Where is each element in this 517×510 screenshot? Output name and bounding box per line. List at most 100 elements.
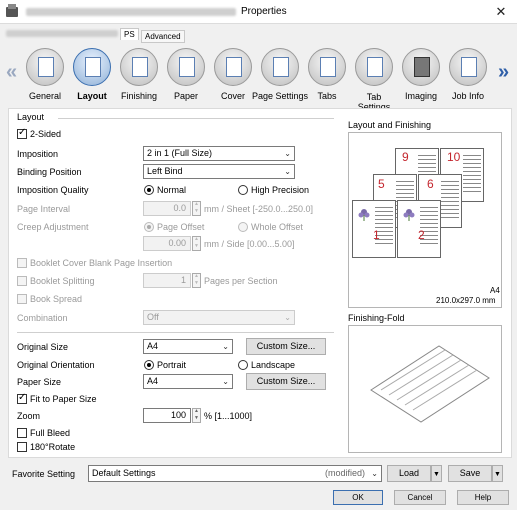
paper-icon xyxy=(167,48,205,86)
imposition-quality-label: Imposition Quality xyxy=(17,185,89,195)
category-cover[interactable]: Cover xyxy=(210,46,256,108)
creep-whole-offset-label: Whole Offset xyxy=(251,222,303,232)
booklet-splitting-input[interactable]: 1 xyxy=(143,273,191,288)
printer-icon xyxy=(26,48,64,86)
layout-icon xyxy=(73,48,111,86)
help-button[interactable]: Help xyxy=(457,490,509,505)
load-dropdown-button[interactable]: ▼ xyxy=(431,465,442,482)
tab-advanced[interactable]: Advanced xyxy=(141,30,185,43)
rotate-180-label: 180°Rotate xyxy=(30,442,76,452)
flower-icon xyxy=(357,207,371,221)
divider xyxy=(58,118,334,119)
category-paper[interactable]: Paper xyxy=(163,46,209,108)
paper-custom-size-button[interactable]: Custom Size... xyxy=(246,373,326,390)
chevron-down-icon: ⌄ xyxy=(371,469,378,478)
category-tabs[interactable]: Tabs xyxy=(304,46,350,108)
chevron-down-icon: ⌄ xyxy=(284,313,291,322)
two-sided-label: 2-Sided xyxy=(30,129,62,139)
orientation-portrait-radio[interactable] xyxy=(144,360,154,370)
save-dropdown-button[interactable]: ▼ xyxy=(492,465,503,482)
zoom-input[interactable]: 100 xyxy=(143,408,191,423)
orientation-landscape-radio[interactable] xyxy=(238,360,248,370)
load-button[interactable]: Load xyxy=(387,465,431,482)
two-sided-checkbox[interactable] xyxy=(17,127,27,139)
zoom-unit: % [1...1000] xyxy=(204,411,253,421)
category-page-settings[interactable]: Page Settings xyxy=(252,46,308,108)
orientation-portrait-label: Portrait xyxy=(157,360,187,370)
favorite-status: (modified) xyxy=(324,468,365,478)
imposition-select[interactable]: 2 in 1 (Full Size) ⌄ xyxy=(143,146,295,161)
flower-icon xyxy=(402,207,416,221)
creep-adjustment-input[interactable]: 0.00 xyxy=(143,236,191,251)
booklet-splitting-label: Booklet Splitting xyxy=(30,276,95,286)
original-size-label: Original Size xyxy=(17,342,69,352)
category-icon-bar: General Layout Finishing Paper Cover Pag… xyxy=(22,46,498,112)
booklet-cover-blank-checkbox[interactable] xyxy=(17,258,27,268)
category-general[interactable]: General xyxy=(22,46,68,108)
booklet-splitting-spinner[interactable] xyxy=(192,273,201,288)
close-button[interactable]: ✕ xyxy=(492,3,510,21)
category-label: Job Info xyxy=(451,91,485,101)
combination-select[interactable]: Off ⌄ xyxy=(143,310,295,325)
zoom-spinner[interactable] xyxy=(192,408,201,423)
divider xyxy=(17,332,334,333)
category-layout[interactable]: Layout xyxy=(69,46,115,108)
booklet-splitting-unit: Pages per Section xyxy=(204,276,278,286)
original-orientation-label: Original Orientation xyxy=(17,360,95,370)
tabs-icon xyxy=(308,48,346,86)
original-size-select[interactable]: A4 ⌄ xyxy=(143,339,233,354)
printer-app-icon xyxy=(6,4,18,17)
zoom-label: Zoom xyxy=(17,411,41,421)
cancel-button[interactable]: Cancel xyxy=(394,490,446,505)
quality-normal-radio[interactable] xyxy=(144,185,154,195)
category-label: Tabs xyxy=(317,91,337,101)
favorite-setting-select[interactable]: Default Settings (modified) ⌄ xyxy=(88,465,382,482)
original-custom-size-button[interactable]: Custom Size... xyxy=(246,338,326,355)
book-spread-checkbox[interactable] xyxy=(17,294,27,304)
quality-high-precision-radio[interactable] xyxy=(238,185,248,195)
window-title: Properties xyxy=(241,6,287,17)
tab-ps[interactable]: PS xyxy=(120,28,139,40)
category-tab-settings[interactable]: Tab Settings xyxy=(351,46,397,112)
full-bleed-checkbox[interactable] xyxy=(17,428,27,438)
title-bar: Properties ✕ xyxy=(0,0,517,24)
quality-normal-label: Normal xyxy=(157,185,187,195)
binding-position-select[interactable]: Left Bind ⌄ xyxy=(143,164,295,179)
rotate-180-checkbox[interactable] xyxy=(17,442,27,452)
chevron-down-icon: ⌄ xyxy=(284,149,291,158)
creep-page-offset-label: Page Offset xyxy=(157,222,205,232)
imaging-icon xyxy=(402,48,440,86)
creep-adjustment-label: Creep Adjustment xyxy=(17,222,89,232)
chevron-down-icon: ⌄ xyxy=(222,377,229,386)
fold-preview xyxy=(348,325,502,453)
save-button[interactable]: Save xyxy=(448,465,492,482)
scroll-left-arrow[interactable]: « xyxy=(6,62,17,82)
orientation-landscape-label: Landscape xyxy=(251,360,296,370)
page-interval-spinner[interactable] xyxy=(192,201,201,216)
booklet-splitting-checkbox[interactable] xyxy=(17,276,27,286)
preview-paper-label: A4 xyxy=(490,286,500,295)
finishing-fold-title: Finishing-Fold xyxy=(348,313,405,323)
book-spread-label: Book Spread xyxy=(30,294,83,304)
favorite-setting-label: Favorite Setting xyxy=(12,469,76,479)
fit-to-paper-checkbox[interactable] xyxy=(17,392,27,404)
category-job-info[interactable]: Job Info xyxy=(445,46,491,108)
booklet-cover-blank-label: Booklet Cover Blank Page Insertion xyxy=(30,258,173,268)
category-finishing[interactable]: Finishing xyxy=(116,46,162,108)
quality-high-precision-label: High Precision xyxy=(251,185,310,195)
scroll-right-arrow[interactable]: » xyxy=(498,62,509,82)
page-interval-input[interactable]: 0.0 xyxy=(143,201,191,216)
page-settings-icon xyxy=(261,48,299,86)
paper-size-select[interactable]: A4 ⌄ xyxy=(143,374,233,389)
full-bleed-label: Full Bleed xyxy=(30,428,71,438)
preview-page: 2 xyxy=(397,200,441,258)
creep-adjustment-unit: mm / Side [0.00...5.00] xyxy=(204,239,295,249)
layout-finishing-title: Layout and Finishing xyxy=(348,120,432,130)
creep-whole-offset-radio[interactable] xyxy=(238,222,248,232)
ok-button[interactable]: OK xyxy=(333,490,383,505)
layout-group-title: Layout xyxy=(17,112,45,122)
job-info-icon xyxy=(449,48,487,86)
creep-adjustment-spinner[interactable] xyxy=(192,236,201,251)
category-imaging[interactable]: Imaging xyxy=(398,46,444,108)
creep-page-offset-radio[interactable] xyxy=(144,222,154,232)
